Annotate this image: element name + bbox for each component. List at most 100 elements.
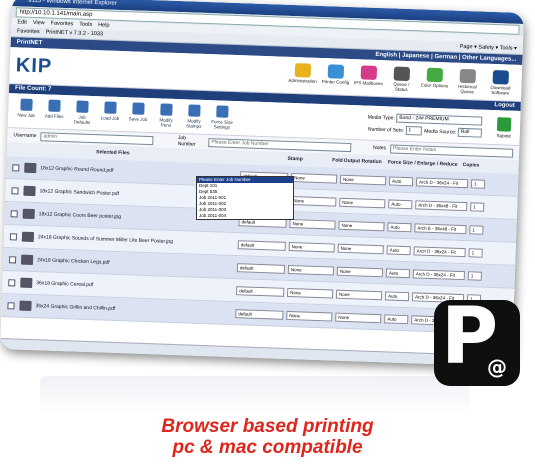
fold-select[interactable]: None <box>335 312 382 323</box>
row-checkbox[interactable] <box>11 186 19 195</box>
save-job-button[interactable]: Save Job <box>126 102 151 127</box>
file-thumbnail <box>23 185 36 197</box>
fold-select[interactable]: None <box>339 197 386 208</box>
row-checkbox[interactable] <box>12 163 20 172</box>
force-size-button[interactable]: Force Size Settings <box>210 105 235 130</box>
row-checkbox[interactable] <box>8 278 16 286</box>
fold-select[interactable]: None <box>335 289 383 300</box>
job-defaults-button[interactable]: Job Defaults <box>70 100 95 125</box>
modify-stamps-icon <box>188 104 201 117</box>
printer-icon <box>496 116 512 132</box>
row-checkbox[interactable] <box>8 255 17 263</box>
col-stamp: Stamp <box>287 155 303 163</box>
username-label: Username <box>13 132 37 140</box>
caption-line-1: Browser based printing <box>161 416 374 437</box>
copies-input[interactable]: 1 <box>467 270 482 281</box>
rotation-select[interactable]: Auto <box>384 290 410 301</box>
header-queue-button[interactable]: Queue / Status <box>386 66 417 92</box>
submit-label: Submit <box>496 132 511 139</box>
force-size-icon <box>216 105 229 118</box>
row-settings: defaultNoneNoneAutoArch D - 36x24 - Fit1 <box>237 239 483 258</box>
command-bar[interactable]: Page ▾ Safety ▾ Tools ▾ <box>460 42 517 54</box>
row-settings: defaultNoneNoneAutoArch D - 36x24 - Fit1 <box>236 262 482 281</box>
header-icon-label: Printer Config <box>321 78 350 85</box>
rotation-select[interactable]: Auto <box>388 175 414 186</box>
toolbar-button-label: Add Files <box>44 113 64 120</box>
media-settings: Media Type: Bond - 24# PREMIUM Number of… <box>367 112 483 138</box>
pen-select[interactable]: default <box>237 239 286 251</box>
load-job-button[interactable]: Load Job <box>98 101 123 126</box>
add-files-button[interactable]: Add Files <box>42 99 67 124</box>
pen-select[interactable]: default <box>235 308 284 320</box>
modify-pens-button[interactable]: Modify Pens <box>154 103 179 128</box>
stamp-select[interactable]: None <box>290 172 338 184</box>
jobnumber-option[interactable]: Job 2011-004 <box>197 213 293 219</box>
rotation-select[interactable]: Auto <box>388 198 413 209</box>
header-history-button[interactable]: Historical Queue <box>452 68 483 94</box>
header-icon-label: Administration <box>288 77 317 84</box>
header-gears-button[interactable]: Printer Config <box>320 63 351 89</box>
pen-select[interactable]: default <box>236 285 285 297</box>
rotation-select[interactable]: Auto <box>385 267 411 278</box>
force-size-select[interactable]: Arch D - 36x24 - Fit <box>413 245 466 257</box>
add-files-icon <box>48 99 61 112</box>
row-checkbox[interactable] <box>10 209 18 217</box>
media-source-select[interactable]: Roll <box>457 127 482 138</box>
username-input[interactable]: admin <box>40 131 154 145</box>
copies-input[interactable]: 1 <box>470 201 485 212</box>
file-thumbnail <box>21 231 35 243</box>
fold-select[interactable]: None <box>338 220 385 231</box>
window-reflection <box>40 376 470 416</box>
job-defaults-icon <box>76 100 89 113</box>
row-checkbox[interactable] <box>7 301 15 309</box>
force-size-select[interactable]: Arch D - 36x24 - Fit <box>415 176 469 188</box>
file-name: 36x18 Graphic Cereal.pdf <box>36 280 94 289</box>
force-size-select[interactable]: Arch D - 36x48 - Fit <box>415 199 468 211</box>
submit-button[interactable]: Submit <box>494 116 515 139</box>
save-job-icon <box>132 102 145 115</box>
media-type-select[interactable]: Bond - 24# PREMIUM <box>396 113 483 126</box>
load-job-icon <box>104 101 117 114</box>
modify-stamps-button[interactable]: Modify Stamps <box>182 104 207 129</box>
force-size-select[interactable]: Arch E - 36x48 - Fit <box>414 222 467 234</box>
copies-input[interactable]: 1 <box>469 224 484 235</box>
jobnumber-dropdown[interactable]: Please Enter Job Number Dept 101 Dept 535 J… <box>196 176 294 220</box>
gears-icon <box>327 63 345 79</box>
row-checkbox[interactable] <box>9 232 18 240</box>
copies-input[interactable]: 1 <box>468 247 483 258</box>
stamp-select[interactable]: None <box>286 310 333 322</box>
stamp-select[interactable]: None <box>288 241 335 253</box>
rotation-select[interactable]: Auto <box>384 313 409 324</box>
printnet-badge: P @ <box>434 294 520 386</box>
new-job-button[interactable]: New Job <box>14 98 39 123</box>
sets-label: Number of Sets: <box>367 125 405 134</box>
header-icon-label: IPS Mailboxes <box>354 79 383 86</box>
stamp-select[interactable]: None <box>286 287 334 299</box>
rotation-select[interactable]: Auto <box>387 221 412 232</box>
header-color-button[interactable]: Color Options <box>419 67 450 93</box>
sets-input[interactable]: 1 <box>405 125 422 136</box>
header-question-button[interactable]: Download Software <box>485 69 516 95</box>
header-lock-button[interactable]: Administration <box>287 62 318 88</box>
lock-icon <box>294 62 312 78</box>
header-mailbox-button[interactable]: IPS Mailboxes <box>353 64 384 91</box>
fold-select[interactable]: None <box>336 266 384 277</box>
favorites-button[interactable]: Favorites <box>17 26 40 37</box>
notes-label: Notes <box>372 144 387 152</box>
copies-input[interactable]: 1 <box>470 178 486 189</box>
fold-select[interactable]: None <box>339 174 387 185</box>
pen-select[interactable]: default <box>236 262 286 274</box>
stamp-select[interactable]: None <box>287 264 335 276</box>
toolbar-button-label: Job Defaults <box>73 114 91 125</box>
stamp-select[interactable]: None <box>289 218 336 230</box>
col-force-size: Force Size / Enlarge / Reduce <box>387 159 458 168</box>
force-size-select[interactable]: Arch D - 36x24 - Fit <box>412 268 465 280</box>
browser-tab[interactable]: PrintNET v 7.3.2 - 1033 <box>46 27 104 39</box>
file-thumbnail <box>22 208 35 220</box>
logout-link[interactable]: Logout <box>494 101 515 111</box>
col-fold: Fold <box>332 157 343 164</box>
fold-select[interactable]: None <box>337 243 384 254</box>
stamp-select[interactable]: None <box>290 195 337 207</box>
question-icon <box>492 69 510 85</box>
rotation-select[interactable]: Auto <box>386 244 411 255</box>
